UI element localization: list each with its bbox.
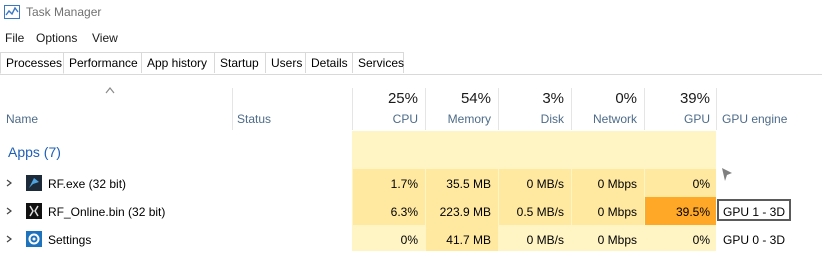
memory-value: 41.7 MB <box>446 233 491 247</box>
network-value: 0 Mbps <box>597 177 637 191</box>
process-name: Settings <box>48 233 92 247</box>
memory-value: 35.5 MB <box>446 177 491 191</box>
column-separator <box>498 88 499 130</box>
column-header-gpu-engine[interactable]: GPU engine <box>722 112 787 126</box>
rf-app-icon <box>26 175 42 191</box>
process-name: RF.exe (32 bit) <box>48 177 127 191</box>
column-header-cpu[interactable]: CPU <box>356 112 418 126</box>
tab-app-history[interactable]: App history <box>141 52 215 73</box>
tab-performance[interactable]: Performance <box>63 52 142 73</box>
gpu-total: 39% <box>679 90 710 107</box>
process-row[interactable]: RF.exe (32 bit) 1.7% 35.5 MB 0 MB/s 0 Mb… <box>0 169 822 197</box>
expand-chevron-icon[interactable] <box>6 235 12 243</box>
column-separator <box>352 88 353 130</box>
disk-total: 3% <box>542 90 564 107</box>
process-name: RF_Online.bin (32 bit) <box>48 205 166 219</box>
menu-file[interactable]: File <box>5 31 24 45</box>
cpu-value: 0% <box>400 233 418 247</box>
column-header-network[interactable]: Network <box>575 112 637 126</box>
tab-users[interactable]: Users <box>265 52 306 73</box>
gpu-engine-value: GPU 1 - 3D <box>723 205 786 219</box>
column-header-name[interactable]: Name <box>6 112 38 126</box>
network-value: 0 Mbps <box>597 233 637 247</box>
menu-view[interactable]: View <box>92 31 118 45</box>
column-header-memory[interactable]: Memory <box>429 112 491 126</box>
gpu-value: 0% <box>692 177 710 191</box>
tab-processes[interactable]: Processes <box>0 52 64 74</box>
expand-chevron-icon[interactable] <box>6 207 12 215</box>
cpu-value: 1.7% <box>390 177 418 191</box>
cpu-value: 6.3% <box>390 205 418 219</box>
tab-details[interactable]: Details <box>305 52 353 73</box>
cpu-total: 25% <box>387 90 418 107</box>
rf-online-icon <box>26 203 42 219</box>
network-total: 0% <box>615 90 637 107</box>
column-separator <box>644 88 645 130</box>
memory-total: 54% <box>460 90 491 107</box>
tab-services[interactable]: Services <box>352 52 404 73</box>
disk-value: 0 MB/s <box>526 233 564 247</box>
gpu-value: 39.5% <box>675 205 710 219</box>
column-header-disk[interactable]: Disk <box>502 112 564 126</box>
expand-chevron-icon[interactable] <box>6 179 12 187</box>
mouse-cursor-icon <box>722 168 732 181</box>
network-value: 0 Mbps <box>597 205 637 219</box>
settings-gear-icon <box>26 231 42 247</box>
title-bar: Task Manager <box>0 0 822 26</box>
gpu-value: 0% <box>692 233 710 247</box>
column-header-status[interactable]: Status <box>237 112 271 126</box>
tab-startup[interactable]: Startup <box>214 52 266 73</box>
process-row[interactable]: Settings 0% 41.7 MB 0 MB/s 0 Mbps 0% GPU… <box>0 225 822 253</box>
task-manager-icon <box>4 5 20 19</box>
memory-value: 223.9 MB <box>439 205 491 219</box>
menu-options[interactable]: Options <box>36 31 77 45</box>
window-title: Task Manager <box>26 5 102 19</box>
column-separator <box>425 88 426 130</box>
process-row[interactable]: RF_Online.bin (32 bit) 6.3% 223.9 MB 0.5… <box>0 197 822 225</box>
column-separator <box>571 88 572 130</box>
disk-value: 0 MB/s <box>526 177 564 191</box>
column-separator <box>232 88 233 130</box>
disk-value: 0.5 MB/s <box>516 205 564 219</box>
sort-caret-icon <box>105 87 115 94</box>
gpu-engine-value: GPU 0 - 3D <box>723 233 786 247</box>
column-header-gpu[interactable]: GPU <box>648 112 710 126</box>
group-title-apps[interactable]: Apps (7) <box>8 144 61 160</box>
column-separator <box>716 88 717 130</box>
